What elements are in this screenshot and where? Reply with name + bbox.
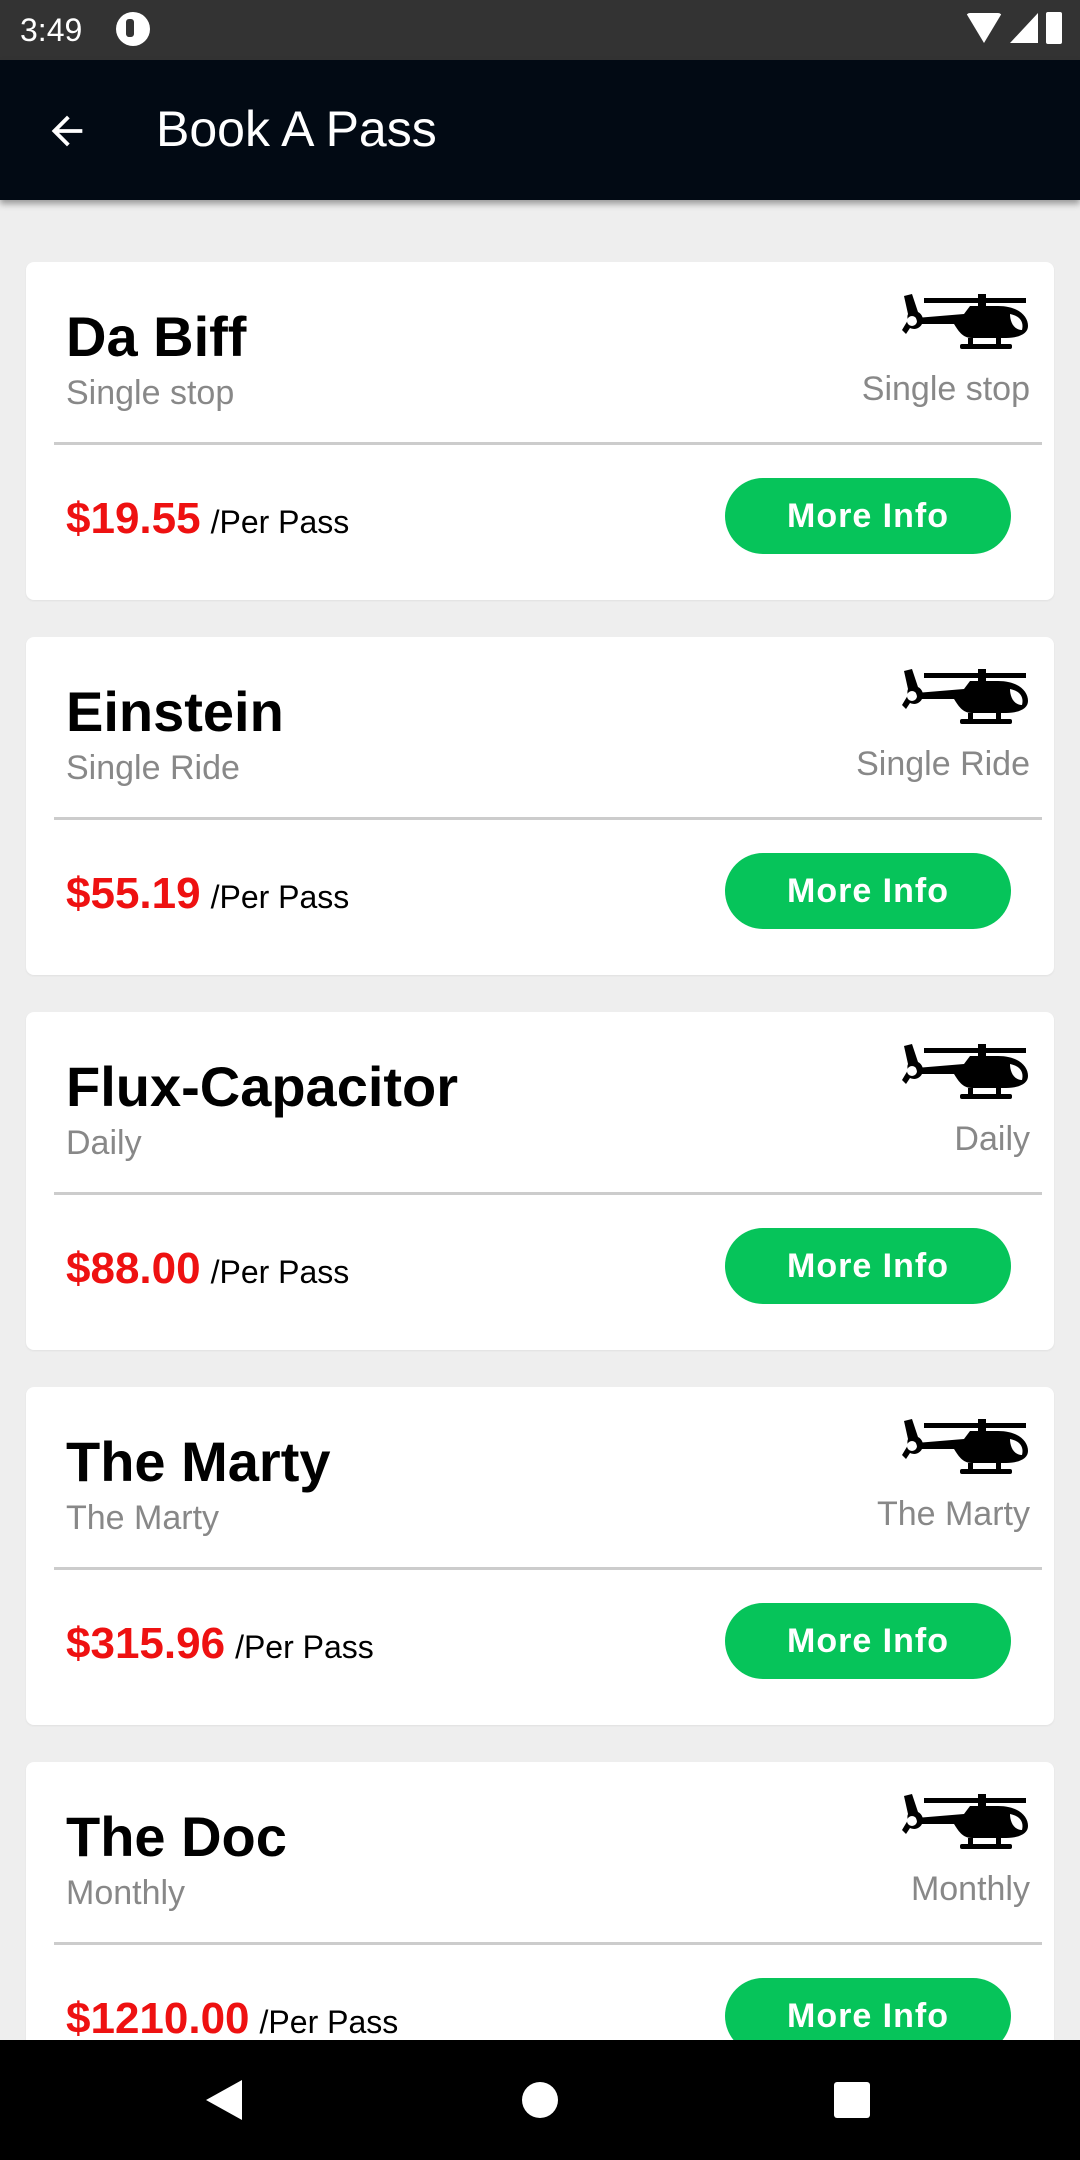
notification-icon <box>116 12 150 46</box>
pass-type-label: Single Ride <box>856 745 1030 783</box>
pass-price: $315.96 <box>66 1619 226 1668</box>
system-nav-bar <box>0 2040 1080 2160</box>
more-info-button[interactable]: More Info <box>725 1978 1011 2040</box>
pass-name: The Doc <box>66 1805 287 1868</box>
pass-card: The Doc Monthly Monthly $1210.00/Per Pas… <box>26 1762 1054 2040</box>
pass-type-label: Single stop <box>861 370 1030 408</box>
pass-name: The Marty <box>66 1430 331 1493</box>
pass-type-label: Daily <box>954 1120 1030 1158</box>
wifi-icon <box>966 13 1002 43</box>
more-info-button[interactable]: More Info <box>725 853 1011 929</box>
per-pass-label: /Per Pass <box>259 2004 399 2040</box>
status-time: 3:49 <box>20 12 83 48</box>
pass-card: Da Biff Single stop Single stop $19.55/P… <box>26 262 1054 600</box>
page-title: Book A Pass <box>156 101 437 157</box>
pass-price: $19.55 <box>66 494 201 543</box>
card-divider <box>54 442 1042 445</box>
helicopter-icon <box>902 1794 1028 1849</box>
pass-subtitle: Monthly <box>66 1874 186 1912</box>
pass-type-label: Monthly <box>910 1870 1030 1908</box>
app-bar: Book A Pass <box>0 60 1080 200</box>
pass-name: Flux-Capacitor <box>66 1055 459 1118</box>
pass-price-row: $88.00/Per Pass <box>66 1244 349 1294</box>
pass-subtitle: The Marty <box>66 1499 220 1537</box>
card-divider <box>54 817 1042 820</box>
per-pass-label: /Per Pass <box>235 1629 374 1665</box>
nav-home-icon[interactable] <box>522 2082 558 2118</box>
pass-name: Da Biff <box>66 305 247 368</box>
pass-subtitle: Single Ride <box>66 749 240 787</box>
pass-type-label: The Marty <box>876 1495 1030 1533</box>
battery-icon <box>1046 12 1062 44</box>
more-info-button[interactable]: More Info <box>725 1228 1011 1304</box>
status-icons <box>966 12 1062 44</box>
pass-price-row: $19.55/Per Pass <box>66 494 349 544</box>
pass-subtitle: Single stop <box>66 374 235 412</box>
nav-back-icon[interactable] <box>206 2080 242 2120</box>
pass-subtitle: Daily <box>66 1124 142 1162</box>
pass-price-row: $315.96/Per Pass <box>66 1619 374 1669</box>
pass-card: The Marty The Marty The Marty $315.96/Pe… <box>26 1387 1054 1725</box>
card-divider <box>54 1942 1042 1945</box>
pass-card: Einstein Single Ride Single Ride $55.19/… <box>26 637 1054 975</box>
pass-price-row: $55.19/Per Pass <box>66 869 349 919</box>
helicopter-icon <box>902 1419 1028 1474</box>
card-divider <box>54 1192 1042 1195</box>
pass-list[interactable]: Da Biff Single stop Single stop $19.55/P… <box>0 200 1080 2040</box>
per-pass-label: /Per Pass <box>210 1254 350 1290</box>
pass-price: $55.19 <box>66 869 201 918</box>
pass-price: $1210.00 <box>66 1994 250 2040</box>
pass-name: Einstein <box>66 680 284 743</box>
status-bar: 3:49 <box>0 0 1080 60</box>
arrow-left-icon[interactable] <box>44 108 90 154</box>
more-info-button[interactable]: More Info <box>725 478 1011 554</box>
per-pass-label: /Per Pass <box>210 504 350 540</box>
nav-recents-icon[interactable] <box>834 2082 870 2118</box>
per-pass-label: /Per Pass <box>210 879 350 915</box>
helicopter-icon <box>902 669 1028 724</box>
pass-price-row: $1210.00/Per Pass <box>66 1994 398 2040</box>
helicopter-icon <box>902 1044 1028 1099</box>
pass-card: Flux-Capacitor Daily Daily $88.00/Per Pa… <box>26 1012 1054 1350</box>
pass-price: $88.00 <box>66 1244 201 1293</box>
helicopter-icon <box>902 294 1028 349</box>
card-divider <box>54 1567 1042 1570</box>
more-info-button[interactable]: More Info <box>725 1603 1011 1679</box>
signal-icon <box>1010 13 1038 43</box>
